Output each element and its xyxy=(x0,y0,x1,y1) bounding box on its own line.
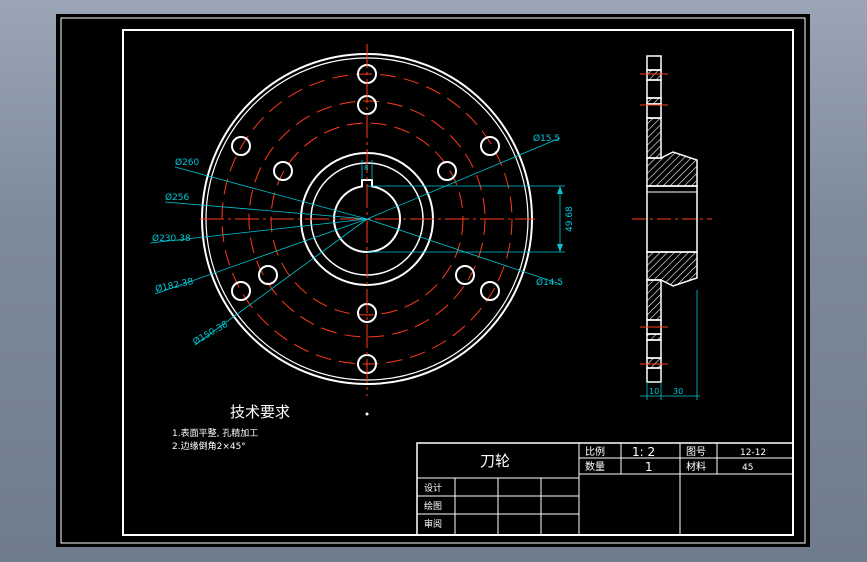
flange-section-hatched xyxy=(646,69,662,81)
design-label: 设计 xyxy=(424,482,442,494)
review-label: 审阅 xyxy=(424,518,442,530)
drawing-no-label: 图号 xyxy=(686,446,706,458)
dim-label-260: Ø260 xyxy=(175,157,200,168)
qty-value: 1 xyxy=(645,460,653,474)
drawing-no-value: 12-12 xyxy=(740,448,766,458)
flange-section-hatched xyxy=(646,333,662,341)
dim-label-key-width: 8 xyxy=(364,164,368,172)
tech-title: 技术要求 xyxy=(230,403,290,421)
dim-label-230: Ø230.38 xyxy=(152,233,191,244)
flange-section-hatched xyxy=(646,279,662,321)
flange-section-hatched xyxy=(646,117,662,159)
draw-label: 绘图 xyxy=(424,500,442,512)
sheet-dot xyxy=(365,412,369,416)
scale-value: 1: 2 xyxy=(632,445,655,459)
dim-label-15-5: Ø15.5 xyxy=(533,133,560,144)
flange-section-hatched xyxy=(646,97,662,105)
qty-label: 数量 xyxy=(585,460,605,473)
dim-label-49: 49.68 xyxy=(565,206,575,232)
material-value: 45 xyxy=(742,463,753,473)
cad-drawing: Ø260 Ø256 Ø230.38 Ø182.38 Ø150.38 Ø15.5 … xyxy=(56,14,810,547)
scale-label: 比例 xyxy=(585,445,605,458)
part-name: 刀轮 xyxy=(480,452,510,470)
material-label: 材料 xyxy=(686,460,706,473)
side-dim-label-30: 30 xyxy=(673,387,683,396)
side-dim-label-10: 10 xyxy=(649,387,659,396)
flange-section-hatched xyxy=(646,357,662,369)
dim-label-14-5: Ø14.5 xyxy=(536,277,563,288)
tech-line-2: 2.边缘倒角2×45° xyxy=(172,440,246,452)
dim-label-256: Ø256 xyxy=(165,192,190,203)
tech-line-1: 1.表面平整, 孔精加工 xyxy=(172,427,258,439)
